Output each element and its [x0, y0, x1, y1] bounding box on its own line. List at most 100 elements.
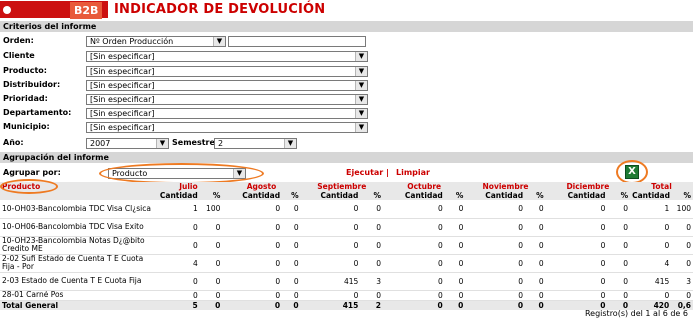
value-cell: 0 — [199, 272, 223, 291]
criteria-select-value: [Sin especificar] — [90, 95, 155, 104]
order-number-input[interactable] — [228, 36, 366, 47]
month-header: Octubre — [383, 182, 466, 191]
table-row: 10-OH23-Bancolombia Notas D¿@bito Credit… — [0, 236, 693, 255]
criteria-select[interactable]: [Sin especificar] ▼ — [86, 66, 368, 77]
clear-link[interactable]: Limpiar — [396, 167, 430, 178]
semester-select[interactable]: 2 ▼ — [214, 138, 297, 149]
value-cell: 0 — [525, 236, 546, 255]
subheader-percent: % — [444, 191, 466, 200]
subheader-percent: % — [671, 191, 693, 200]
table-row: 10-OH03-Bancolombia TDC Visa Cl¿sica 1 100… — [0, 200, 693, 219]
value-cell: 0 — [607, 254, 631, 273]
value-cell: 0 — [545, 236, 608, 255]
value-cell: 0 — [199, 254, 223, 273]
subheader-percent: % — [199, 191, 223, 200]
value-cell: 0 — [360, 218, 383, 237]
semester-select-value: 2 — [218, 139, 224, 148]
value-cell: 0 — [383, 254, 445, 273]
value-cell: 0 — [282, 218, 301, 237]
value-cell: 0 — [199, 290, 223, 301]
criteria-select-value: [Sin especificar] — [90, 67, 155, 76]
total-cell: 0 — [383, 299, 445, 310]
product-cell: 2-03 Estado de Cuenta T E Cuota Fija — [0, 272, 155, 291]
value-cell: 0 — [444, 200, 466, 219]
value-cell: 0 — [360, 200, 383, 219]
value-cell: 0 — [525, 200, 546, 219]
semester-label: Semestre: — [172, 138, 219, 147]
product-cell: 2-02 Sufi Estado de Cuenta T E Cuota Fij… — [0, 254, 155, 273]
criteria-label: Cliente — [3, 51, 35, 60]
value-cell: 0 — [545, 200, 608, 219]
value-cell: 0 — [525, 290, 546, 301]
table-row: 10-OH06-Bancolombia TDC Visa Exito 0 0 0 0 0 0… — [0, 218, 693, 237]
product-cell: 10-OH23-Bancolombia Notas D¿@bito Credit… — [0, 236, 155, 255]
value-cell: 0 — [282, 272, 301, 291]
execute-link[interactable]: Ejecutar — [346, 167, 383, 178]
total-cell: 5 — [154, 299, 200, 310]
group-by-label: Agrupar por: — [3, 168, 61, 177]
product-cell: 10-OH03-Bancolombia TDC Visa Cl¿sica — [0, 200, 155, 219]
value-cell: 0 — [545, 254, 608, 273]
total-cell: 0 — [444, 299, 466, 310]
value-cell: 0 — [444, 218, 466, 237]
product-cell: 10-OH06-Bancolombia TDC Visa Exito — [0, 218, 155, 237]
value-cell: 0 — [282, 290, 301, 301]
year-select-value: 2007 — [90, 139, 111, 148]
link-separator: | — [386, 168, 389, 177]
criteria-select[interactable]: Nº Orden Producción ▼ — [86, 36, 226, 47]
year-select[interactable]: 2007 ▼ — [86, 138, 169, 149]
month-header: Septiembre — [300, 182, 383, 191]
criteria-select[interactable]: [Sin especificar] ▼ — [86, 51, 368, 62]
value-cell: 0 — [383, 200, 445, 219]
value-cell: 1 — [630, 200, 672, 219]
criteria-select-value: [Sin especificar] — [90, 109, 155, 118]
value-cell: 0 — [383, 218, 445, 237]
table-row: 2-03 Estado de Cuenta T E Cuota Fija 0 0 0 0… — [0, 272, 693, 291]
total-cell: 415 — [300, 299, 361, 310]
value-cell: 0 — [383, 272, 445, 291]
group-by-select[interactable]: Producto ▼ — [108, 168, 246, 179]
value-cell: 0 — [444, 254, 466, 273]
chevron-down-icon: ▼ — [355, 123, 367, 132]
criteria-select[interactable]: [Sin especificar] ▼ — [86, 122, 368, 133]
subheader-blank — [0, 191, 155, 200]
value-cell: 0 — [222, 254, 283, 273]
value-cell: 0 — [360, 236, 383, 255]
month-header: Diciembre — [545, 182, 631, 191]
subheader-quantity: Cantidad — [222, 191, 283, 200]
logo-dot-icon — [3, 6, 11, 14]
value-cell: 0 — [300, 254, 361, 273]
criteria-label: Orden: — [3, 36, 34, 45]
value-cell: 0 — [199, 236, 223, 255]
criteria-label: Departamento: — [3, 108, 72, 117]
brand-bar: B2B — [0, 1, 108, 19]
chevron-down-icon: ▼ — [355, 52, 367, 61]
value-cell: 0 — [607, 272, 631, 291]
value-cell: 0 — [444, 290, 466, 301]
value-cell: 0 — [607, 200, 631, 219]
value-cell: 0 — [525, 254, 546, 273]
total-cell: 0 — [199, 299, 223, 310]
value-cell: 0 — [282, 236, 301, 255]
chevron-down-icon: ▼ — [355, 95, 367, 104]
total-label: Total General — [0, 299, 155, 310]
value-cell: 0 — [360, 290, 383, 301]
chevron-down-icon: ▼ — [355, 109, 367, 118]
product-column-header[interactable]: Producto — [0, 182, 155, 191]
month-header: Noviembre — [465, 182, 546, 191]
subheader-quantity: Cantidad — [465, 191, 526, 200]
value-cell: 0 — [630, 218, 672, 237]
criteria-select[interactable]: [Sin especificar] ▼ — [86, 80, 368, 91]
criteria-select[interactable]: [Sin especificar] ▼ — [86, 108, 368, 119]
value-cell: 0 — [671, 254, 693, 273]
value-cell: 0 — [630, 290, 672, 301]
brand-badge: B2B — [70, 2, 103, 19]
value-cell: 100 — [671, 200, 693, 219]
year-label: Año: — [3, 138, 24, 147]
excel-icon[interactable]: X — [625, 165, 639, 179]
criteria-select[interactable]: [Sin especificar] ▼ — [86, 94, 368, 105]
table-row: 2-02 Sufi Estado de Cuenta T E Cuota Fij… — [0, 254, 693, 273]
report-table: Producto Julio Agosto Septiembre Octubre Nov… — [0, 182, 693, 310]
total-cell: 0 — [465, 299, 526, 310]
criteria-label: Distribuidor: — [3, 80, 61, 89]
